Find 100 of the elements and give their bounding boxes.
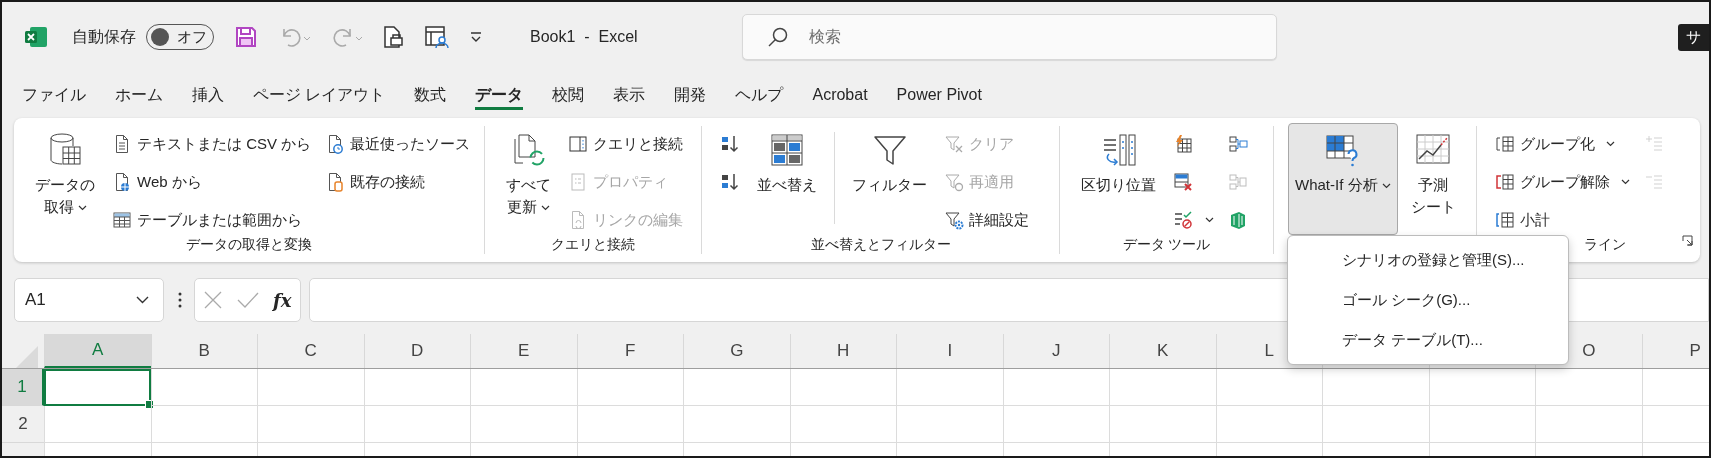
ribbon-button[interactable]: 小計 (1491, 204, 1634, 236)
grid-cell[interactable] (1535, 406, 1642, 443)
ribbon-button[interactable]: Web から (108, 166, 316, 198)
grid-cell[interactable] (1428, 406, 1535, 443)
ribbon-tab[interactable]: 開発 (674, 80, 707, 110)
column-header[interactable]: I (896, 334, 1003, 368)
dialog-launcher-icon[interactable] (1682, 235, 1693, 246)
ribbon-tab[interactable]: ホーム (115, 80, 163, 110)
row-header[interactable]: 1 (2, 369, 44, 406)
ribbon-tab[interactable]: 表示 (613, 80, 646, 110)
grid-cell[interactable] (1215, 406, 1322, 443)
grid-cell[interactable] (470, 369, 577, 406)
grid-cell[interactable] (150, 406, 257, 443)
ribbon-button[interactable]: フィルター (845, 123, 934, 235)
sort-grid-icon (769, 132, 805, 168)
grid-cell[interactable] (470, 406, 577, 443)
grid-cell[interactable] (1428, 369, 1535, 406)
column-header[interactable]: C (257, 334, 364, 368)
ribbon-button[interactable]: グループ化 (1491, 128, 1634, 160)
ribbon-tab[interactable]: Power Pivot (896, 80, 982, 110)
grid-cell[interactable] (576, 369, 683, 406)
ribbon-button[interactable]: テーブルまたは範囲から (108, 204, 316, 236)
grid-cell[interactable] (1002, 369, 1109, 406)
grid-cell[interactable] (789, 406, 896, 443)
grid-cell[interactable] (363, 406, 470, 443)
ribbon-button[interactable]: 並べ替え (750, 123, 824, 235)
ribbon-button[interactable]: 既存の接続 (321, 166, 475, 198)
grid-cell[interactable] (683, 406, 790, 443)
grid-cell[interactable] (257, 369, 364, 406)
ribbon-tab[interactable]: 挿入 (192, 80, 224, 110)
menu-item[interactable]: ゴール シーク(G)... (1288, 280, 1568, 320)
print-preview-icon[interactable] (382, 25, 404, 49)
row-header[interactable]: 2 (2, 406, 44, 443)
ribbon-button[interactable]: クエリと接続 (564, 128, 687, 160)
ribbon-button[interactable]: 予測 シート (1403, 123, 1463, 235)
database-table-icon (47, 132, 83, 168)
ribbon-tab[interactable]: ページ レイアウト (253, 80, 386, 110)
grid-cell[interactable] (1215, 369, 1322, 406)
column-header[interactable]: D (363, 334, 470, 368)
grid-cell[interactable] (1002, 406, 1109, 443)
ribbon-button[interactable]: 詳細設定 (940, 204, 1033, 236)
ribbon-tab[interactable]: 数式 (414, 80, 447, 110)
search-input[interactable]: 検索 (807, 27, 1211, 47)
grid-cell[interactable] (1322, 406, 1429, 443)
autosave-label: 自動保存 (72, 26, 136, 47)
column-header[interactable]: P (1641, 334, 1709, 368)
group-rows-icon (1495, 134, 1515, 154)
properties-icon (568, 172, 588, 192)
grid-cell[interactable] (576, 406, 683, 443)
column-header[interactable]: B (150, 334, 257, 368)
document-person-icon[interactable] (424, 25, 450, 49)
ribbon-tab[interactable]: データ (475, 80, 524, 110)
group-label: クエリと接続 (551, 236, 635, 252)
name-box[interactable]: A1 (14, 278, 164, 322)
check-icon[interactable] (237, 291, 259, 309)
ribbon-button[interactable]: グループ解除 (1491, 166, 1634, 198)
column-header[interactable]: K (1109, 334, 1216, 368)
ungroup-rows-icon (1495, 172, 1515, 192)
ribbon-button[interactable]: テキストまたは CSV から (108, 128, 316, 160)
menu-item[interactable]: シナリオの登録と管理(S)... (1288, 240, 1568, 280)
grid-cell[interactable] (1109, 369, 1216, 406)
grid-cell[interactable] (1322, 369, 1429, 406)
grid-cell[interactable] (363, 369, 470, 406)
more-options-icon[interactable] (178, 292, 182, 308)
caret-icon (77, 205, 87, 212)
ribbon-button[interactable]: 区切り位置 (1074, 123, 1163, 235)
column-header[interactable]: H (789, 334, 896, 368)
column-header[interactable]: E (470, 334, 577, 368)
grid-cell[interactable] (1535, 369, 1642, 406)
grid-cell[interactable] (896, 369, 1003, 406)
column-header[interactable]: A (44, 334, 151, 368)
insert-function-button[interactable]: fx (273, 289, 292, 311)
search-bar[interactable]: 検索 (742, 14, 1277, 60)
ribbon-tab[interactable]: ヘルプ (735, 80, 784, 110)
grid-cell[interactable] (683, 369, 790, 406)
grid-cell[interactable] (44, 406, 151, 443)
save-icon[interactable] (234, 25, 258, 49)
grid-cell[interactable] (150, 369, 257, 406)
ribbon-button[interactable]: 最近使ったソース (321, 128, 475, 160)
group-label: 並べ替えとフィルター (810, 236, 951, 252)
caret-icon (541, 205, 550, 212)
grid-cell[interactable] (257, 406, 364, 443)
grid-cell[interactable] (896, 406, 1003, 443)
customize-caret-icon[interactable] (470, 32, 482, 42)
ribbon-tab[interactable]: 校閲 (552, 80, 585, 110)
ribbon-tab[interactable]: Acrobat (812, 80, 868, 110)
active-cell[interactable] (44, 369, 151, 406)
cancel-icon[interactable] (203, 290, 223, 310)
ribbon-button[interactable]: データの 取得 (28, 123, 102, 235)
table-icon (112, 210, 132, 230)
ribbon-tab[interactable]: ファイル (22, 80, 86, 110)
grid-cell[interactable] (1109, 406, 1216, 443)
account-badge[interactable]: サ (1678, 23, 1709, 51)
chevron-down-icon (136, 296, 149, 304)
ribbon-button[interactable]: すべて 更新 (499, 123, 558, 235)
column-header[interactable]: G (683, 334, 790, 368)
column-header[interactable]: F (576, 334, 683, 368)
column-header[interactable]: J (1002, 334, 1109, 368)
grid-cell[interactable] (789, 369, 896, 406)
ribbon-button[interactable]: What-If 分析 (1288, 123, 1398, 235)
